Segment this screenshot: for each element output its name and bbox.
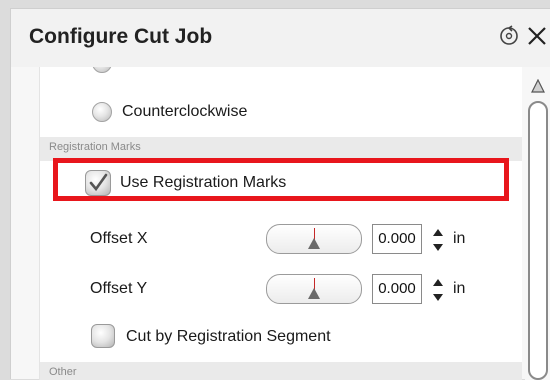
counterclockwise-radio[interactable]: [92, 102, 112, 122]
registration-marks-section-label: Registration Marks: [49, 141, 141, 153]
settings-panel: Counterclockwise Registration Marks Use …: [39, 67, 522, 380]
slider-handle-icon[interactable]: [308, 238, 320, 249]
counterclockwise-label: Counterclockwise: [122, 103, 248, 120]
partial-radio-button[interactable]: [92, 67, 112, 73]
offset-y-input[interactable]: 0.000: [372, 274, 422, 304]
offset-x-slider[interactable]: [266, 224, 362, 254]
title-bar: Configure Cut Job: [11, 9, 550, 67]
use-registration-marks-label: Use Registration Marks: [120, 174, 287, 191]
offset-y-unit: in: [453, 280, 466, 297]
scrollbar-thumb[interactable]: [528, 101, 548, 380]
offset-x-label: Offset X: [90, 230, 148, 247]
offset-y-slider[interactable]: [266, 274, 362, 304]
cut-by-registration-segment-checkbox[interactable]: [91, 324, 115, 348]
slider-handle-icon[interactable]: [308, 288, 320, 299]
scroll-up-arrow-icon[interactable]: [531, 79, 545, 93]
other-section-label: Other: [49, 366, 77, 378]
offset-y-spinner-icon[interactable]: [432, 278, 444, 302]
vertical-scrollbar[interactable]: [525, 67, 550, 380]
offset-x-spinner-icon[interactable]: [432, 228, 444, 252]
configure-cut-job-dialog: Configure Cut Job Counterclockwise Regis…: [10, 8, 550, 380]
dialog-title: Configure Cut Job: [29, 25, 213, 48]
offset-y-label: Offset Y: [90, 280, 148, 297]
cut-by-registration-segment-label: Cut by Registration Segment: [126, 328, 331, 345]
close-icon[interactable]: [525, 24, 549, 48]
reset-icon[interactable]: [498, 25, 520, 47]
checkmark-icon: [89, 173, 108, 192]
offset-x-unit: in: [453, 230, 466, 247]
use-registration-marks-checkbox[interactable]: [85, 170, 111, 196]
offset-x-input[interactable]: 0.000: [372, 224, 422, 254]
other-section-header: Other: [40, 362, 522, 380]
